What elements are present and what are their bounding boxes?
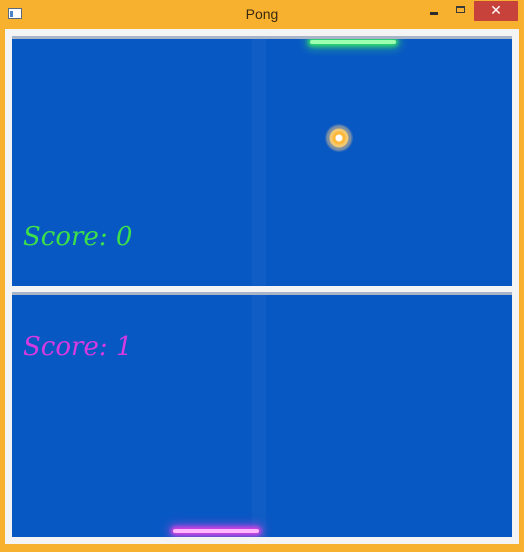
bottom-court: Score: 1	[12, 292, 512, 537]
top-paddle	[310, 40, 396, 44]
close-button[interactable]: ✕	[474, 1, 518, 21]
minimize-button[interactable]	[422, 1, 446, 21]
top-court: Score: 0	[12, 36, 512, 286]
ball	[325, 124, 353, 152]
bottom-paddle	[173, 529, 259, 533]
title-bar[interactable]: Pong ✕	[0, 0, 524, 30]
game-window: Pong ✕ Score: 0 Score: 1	[0, 0, 524, 552]
maximize-button[interactable]	[450, 1, 472, 21]
game-area: Score: 0 Score: 1	[5, 29, 519, 544]
bottom-score: Score: 1	[23, 332, 133, 362]
top-score: Score: 0	[23, 222, 133, 252]
